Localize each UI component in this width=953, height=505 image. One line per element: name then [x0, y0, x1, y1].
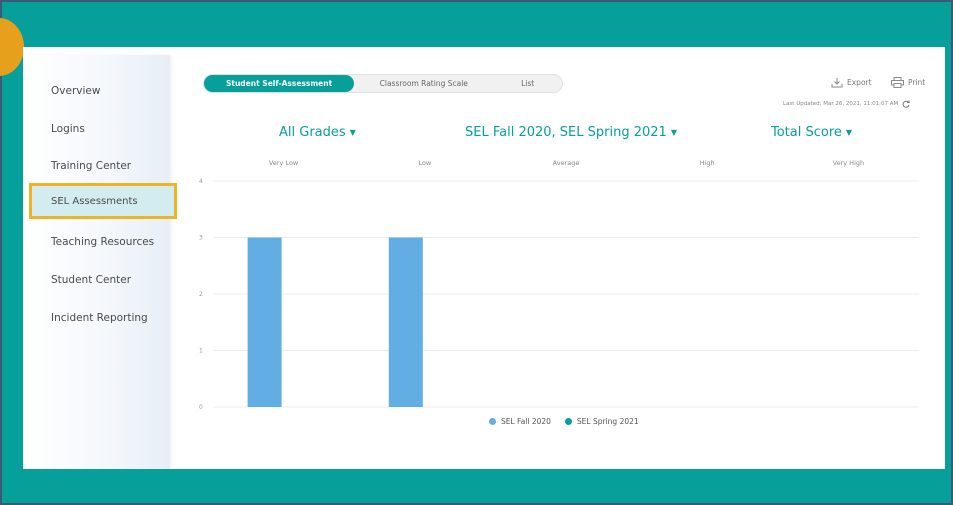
bar	[388, 237, 423, 407]
corner-badge	[0, 18, 24, 76]
legend-dot-fall	[489, 418, 496, 425]
assessment-filter-value: SEL Fall 2020, SEL Spring 2021	[465, 125, 667, 140]
grade-filter-value: All Grades	[279, 125, 346, 140]
app-screen: Overview Logins Training Center SEL Asse…	[23, 47, 945, 469]
legend-item-spring[interactable]: SEL Spring 2021	[564, 417, 639, 426]
score-filter-dropdown[interactable]: Total Score ▼	[771, 125, 852, 140]
sel-bar-chart: 0 1 2 3 4 Very Low Low Average High Very High	[199, 159, 919, 411]
chart-legend: SEL Fall 2020 SEL Spring 2021	[489, 417, 639, 426]
refresh-icon[interactable]	[902, 100, 910, 108]
legend-item-fall[interactable]: SEL Fall 2020	[489, 417, 551, 426]
legend-label-spring: SEL Spring 2021	[576, 417, 639, 426]
x-tick-label: Very Low	[269, 159, 299, 167]
x-tick-label: Average	[553, 159, 580, 167]
sidebar-item-overview[interactable]: Overview	[51, 85, 100, 97]
tab-student-self-assessment[interactable]: Student Self-Assessment	[204, 75, 355, 92]
tab-list[interactable]: List	[493, 75, 562, 92]
print-label: Print	[908, 78, 926, 87]
export-label: Export	[847, 78, 872, 87]
last-updated-text: Last Updated: Mar 26, 2021, 11:01:07 AM	[783, 101, 899, 107]
grade-filter-dropdown[interactable]: All Grades ▼	[279, 125, 356, 140]
assessment-tabs: Student Self-Assessment Classroom Rating…	[203, 74, 563, 93]
sidebar: Overview Logins Training Center SEL Asse…	[27, 55, 177, 469]
sidebar-item-training-center[interactable]: Training Center	[51, 160, 131, 172]
print-button[interactable]: Print	[891, 77, 925, 88]
sidebar-item-teaching-resources[interactable]: Teaching Resources	[51, 236, 154, 248]
tab-classroom-rating-scale[interactable]: Classroom Rating Scale	[354, 75, 493, 92]
y-tick-label: 0	[199, 404, 203, 411]
y-tick-label: 1	[199, 348, 203, 355]
legend-label-fall: SEL Fall 2020	[501, 417, 551, 426]
x-tick-label: Low	[418, 159, 431, 167]
y-tick-label: 3	[199, 235, 203, 242]
y-tick-label: 2	[199, 291, 203, 298]
teal-frame: Overview Logins Training Center SEL Asse…	[0, 0, 953, 505]
sidebar-item-logins[interactable]: Logins	[51, 123, 85, 135]
sidebar-item-incident-reporting[interactable]: Incident Reporting	[51, 312, 148, 324]
sidebar-item-sel-assessments[interactable]: SEL Assessments	[29, 183, 177, 219]
caret-down-icon: ▼	[845, 128, 853, 137]
printer-icon	[891, 77, 904, 88]
last-updated: Last Updated: Mar 26, 2021, 11:01:07 AM	[783, 100, 910, 108]
caret-down-icon: ▼	[349, 128, 356, 137]
y-tick-label: 4	[199, 178, 203, 185]
score-filter-value: Total Score	[771, 125, 842, 140]
export-button[interactable]: Export	[831, 77, 872, 88]
x-tick-label: Very High	[833, 159, 864, 167]
bar	[247, 237, 282, 407]
x-tick-label: High	[700, 159, 715, 167]
sidebar-item-label: SEL Assessments	[51, 195, 138, 207]
caret-down-icon: ▼	[670, 128, 677, 137]
legend-dot-spring	[564, 418, 572, 425]
sidebar-item-student-center[interactable]: Student Center	[51, 274, 131, 286]
assessment-filter-dropdown[interactable]: SEL Fall 2020, SEL Spring 2021 ▼	[465, 125, 677, 140]
download-icon	[831, 78, 843, 88]
